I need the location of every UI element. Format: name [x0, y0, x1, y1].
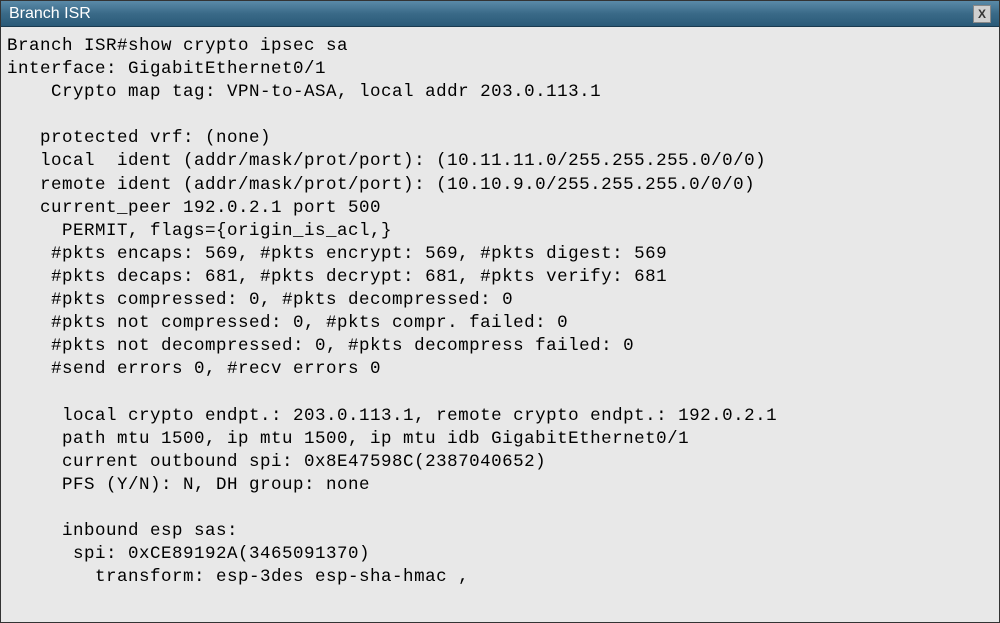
- terminal-line: current_peer 192.0.2.1 port 500: [7, 198, 381, 218]
- terminal-line: inbound esp sas:: [7, 521, 238, 541]
- terminal-line: remote ident (addr/mask/prot/port): (10.…: [7, 175, 755, 195]
- terminal-line: #pkts decaps: 681, #pkts decrypt: 681, #…: [7, 267, 667, 287]
- terminal-line: PFS (Y/N): N, DH group: none: [7, 475, 370, 495]
- terminal-line: current outbound spi: 0x8E47598C(2387040…: [7, 452, 546, 472]
- close-icon: X: [978, 7, 986, 21]
- terminal-line: interface: GigabitEthernet0/1: [7, 59, 326, 79]
- window-titlebar[interactable]: Branch ISR X: [1, 1, 999, 27]
- terminal-line: #pkts not decompressed: 0, #pkts decompr…: [7, 336, 634, 356]
- close-button[interactable]: X: [973, 5, 991, 23]
- terminal-line: protected vrf: (none): [7, 128, 271, 148]
- terminal-window: Branch ISR X Branch ISR#show crypto ipse…: [0, 0, 1000, 623]
- terminal-line: #pkts not compressed: 0, #pkts compr. fa…: [7, 313, 568, 333]
- terminal-line: PERMIT, flags={origin_is_acl,}: [7, 221, 392, 241]
- terminal-line: local crypto endpt.: 203.0.113.1, remote…: [7, 406, 777, 426]
- terminal-line: Crypto map tag: VPN-to-ASA, local addr 2…: [7, 82, 601, 102]
- terminal-line: transform: esp-3des esp-sha-hmac ,: [7, 567, 469, 587]
- window-title: Branch ISR: [9, 5, 91, 23]
- terminal-line: spi: 0xCE89192A(3465091370): [7, 544, 370, 564]
- terminal-output[interactable]: Branch ISR#show crypto ipsec sa interfac…: [1, 27, 999, 622]
- terminal-line: #pkts encaps: 569, #pkts encrypt: 569, #…: [7, 244, 667, 264]
- terminal-line: path mtu 1500, ip mtu 1500, ip mtu idb G…: [7, 429, 689, 449]
- terminal-line: local ident (addr/mask/prot/port): (10.1…: [7, 151, 766, 171]
- terminal-line: #send errors 0, #recv errors 0: [7, 359, 381, 379]
- terminal-line: Branch ISR#show crypto ipsec sa: [7, 36, 348, 56]
- terminal-line: #pkts compressed: 0, #pkts decompressed:…: [7, 290, 513, 310]
